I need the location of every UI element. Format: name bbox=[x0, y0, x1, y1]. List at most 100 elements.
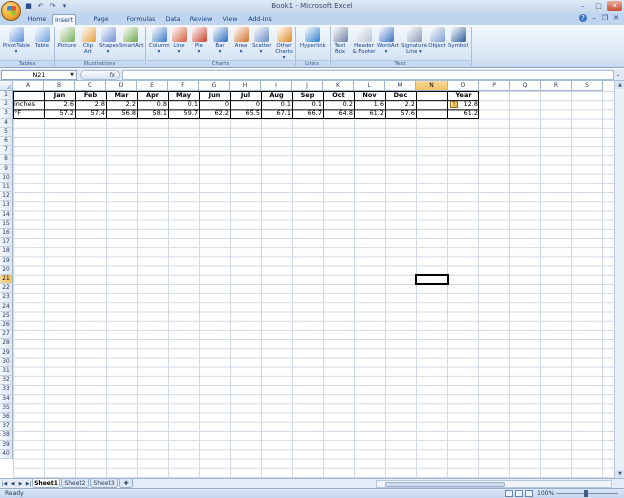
horizontal-scroll-thumb[interactable] bbox=[385, 482, 505, 487]
last-sheet-icon[interactable]: ▶| bbox=[25, 480, 32, 488]
row-header-3[interactable]: 3 bbox=[0, 109, 13, 119]
row-header-35[interactable]: 35 bbox=[0, 403, 13, 413]
page-break-view-icon[interactable] bbox=[525, 490, 533, 497]
cell-h3[interactable]: 65.5 bbox=[230, 109, 261, 118]
cell-o3[interactable]: 61.2 bbox=[448, 109, 479, 118]
other-charts-button[interactable]: Other Charts ▾ bbox=[273, 27, 295, 61]
column-header-q[interactable]: Q bbox=[510, 81, 541, 91]
cell-m3[interactable]: 57.6 bbox=[385, 109, 416, 118]
row-header-13[interactable]: 13 bbox=[0, 201, 13, 211]
tab-view[interactable]: View bbox=[221, 14, 239, 25]
minimize-icon[interactable]: – bbox=[575, 1, 590, 11]
prev-sheet-icon[interactable]: ◀ bbox=[9, 480, 16, 488]
cell-m1[interactable]: Dec bbox=[385, 91, 416, 100]
line-chart-button[interactable]: Line ▾ bbox=[172, 27, 187, 55]
sheet-tab-sheet3[interactable]: Sheet3 bbox=[90, 479, 118, 488]
row-header-38[interactable]: 38 bbox=[0, 431, 13, 441]
column-header-b[interactable]: B bbox=[44, 81, 75, 91]
cell-n2[interactable] bbox=[416, 100, 448, 109]
row-header-9[interactable]: 9 bbox=[0, 164, 13, 174]
cell-g1[interactable]: Jun bbox=[199, 91, 230, 100]
row-header-12[interactable]: 12 bbox=[0, 192, 13, 202]
cell-k2[interactable]: 0.2 bbox=[323, 100, 354, 109]
scatter-chart-button[interactable]: Scatter ▾ bbox=[252, 27, 271, 55]
expand-formula-bar-icon[interactable]: ⌄ bbox=[614, 70, 622, 80]
scroll-down-icon[interactable]: ▼ bbox=[615, 470, 624, 478]
formula-input[interactable] bbox=[122, 70, 614, 80]
row-header-27[interactable]: 27 bbox=[0, 330, 13, 340]
cell-k3[interactable]: 64.8 bbox=[323, 109, 354, 118]
column-header-a[interactable]: A bbox=[13, 81, 44, 91]
select-all-corner[interactable] bbox=[0, 81, 13, 91]
cell-g3[interactable]: 62.2 bbox=[199, 109, 230, 118]
tab-formulas[interactable]: Formulas bbox=[126, 14, 156, 25]
cell-k1[interactable]: Oct bbox=[323, 91, 354, 100]
cell-d1[interactable]: Mar bbox=[106, 91, 137, 100]
column-header-f[interactable]: F bbox=[168, 81, 199, 91]
row-header-15[interactable]: 15 bbox=[0, 219, 13, 229]
cell-i1[interactable]: Aug bbox=[261, 91, 292, 100]
row-header-34[interactable]: 34 bbox=[0, 394, 13, 404]
cell-d2[interactable]: 2.2 bbox=[106, 100, 137, 109]
cell-h1[interactable]: Jul bbox=[230, 91, 261, 100]
cell-e1[interactable]: Apr bbox=[137, 91, 168, 100]
column-header-c[interactable]: C bbox=[75, 81, 106, 91]
table-button[interactable]: Table bbox=[33, 27, 51, 49]
cell-a1[interactable] bbox=[13, 91, 44, 100]
row-header-30[interactable]: 30 bbox=[0, 357, 13, 367]
cell-a2[interactable]: inches bbox=[13, 100, 44, 109]
cell-m2[interactable]: 2.2 bbox=[385, 100, 416, 109]
column-header-n[interactable]: N bbox=[416, 81, 448, 91]
row-header-2[interactable]: 2 bbox=[0, 100, 13, 110]
column-header-s[interactable]: S bbox=[572, 81, 603, 91]
workbook-close-icon[interactable]: ✕ bbox=[612, 14, 620, 22]
object-button[interactable]: Object bbox=[428, 27, 446, 49]
page-layout-view-icon[interactable] bbox=[515, 490, 523, 497]
cell-b2[interactable]: 2.6 bbox=[44, 100, 75, 109]
row-header-25[interactable]: 25 bbox=[0, 311, 13, 321]
row-header-31[interactable]: 31 bbox=[0, 367, 13, 377]
row-header-7[interactable]: 7 bbox=[0, 146, 13, 156]
signature-button[interactable]: Signature Line ▾ bbox=[401, 27, 427, 55]
row-header-19[interactable]: 19 bbox=[0, 256, 13, 266]
first-sheet-icon[interactable]: |◀ bbox=[1, 480, 8, 488]
cell-l1[interactable]: Nov bbox=[354, 91, 385, 100]
cell-g2[interactable]: 0 bbox=[199, 100, 230, 109]
row-header-11[interactable]: 11 bbox=[0, 183, 13, 193]
row-header-14[interactable]: 14 bbox=[0, 210, 13, 220]
cell-n3[interactable] bbox=[416, 109, 448, 118]
wordart-button[interactable]: WordArt ▾ bbox=[377, 27, 399, 55]
cell-j3[interactable]: 66.7 bbox=[292, 109, 323, 118]
cell-b1[interactable]: Jan bbox=[44, 91, 75, 100]
tab-page-layout[interactable]: Page Layout bbox=[82, 14, 120, 34]
area-chart-button[interactable]: Area ▾ bbox=[233, 27, 249, 55]
row-header-33[interactable]: 33 bbox=[0, 385, 13, 395]
ribbon-minimize-icon[interactable]: – bbox=[590, 14, 598, 22]
row-header-1[interactable]: 1 bbox=[0, 91, 13, 101]
row-header-8[interactable]: 8 bbox=[0, 155, 13, 165]
cell-e2[interactable]: 0.8 bbox=[137, 100, 168, 109]
sheet-tab-sheet1[interactable]: Sheet1 bbox=[32, 479, 60, 488]
zoom-level[interactable]: 100% bbox=[537, 490, 554, 497]
column-header-h[interactable]: H bbox=[230, 81, 261, 91]
row-header-5[interactable]: 5 bbox=[0, 127, 13, 137]
column-header-d[interactable]: D bbox=[106, 81, 137, 91]
row-header-26[interactable]: 26 bbox=[0, 321, 13, 331]
next-sheet-icon[interactable]: ▶ bbox=[17, 480, 24, 488]
smart-tag-icon[interactable]: ! bbox=[450, 101, 458, 109]
cell-f2[interactable]: 0.1 bbox=[168, 100, 199, 109]
sheet-tab-sheet2[interactable]: Sheet2 bbox=[61, 479, 89, 488]
cell-h2[interactable]: 0 bbox=[230, 100, 261, 109]
cell-n1[interactable] bbox=[416, 91, 448, 100]
column-header-r[interactable]: R bbox=[541, 81, 572, 91]
office-button[interactable] bbox=[1, 1, 21, 21]
column-chart-button[interactable]: Column ▾ bbox=[149, 27, 170, 55]
active-cell-n21[interactable] bbox=[415, 274, 449, 286]
row-header-16[interactable]: 16 bbox=[0, 229, 13, 239]
tab-home[interactable]: Home bbox=[26, 14, 48, 25]
column-header-e[interactable]: E bbox=[137, 81, 168, 91]
name-box[interactable]: N21 ▼ bbox=[1, 70, 77, 80]
pivottable-button[interactable]: PivotTable ▾ bbox=[3, 27, 30, 55]
row-header-29[interactable]: 29 bbox=[0, 348, 13, 358]
tab-data[interactable]: Data bbox=[163, 14, 183, 25]
